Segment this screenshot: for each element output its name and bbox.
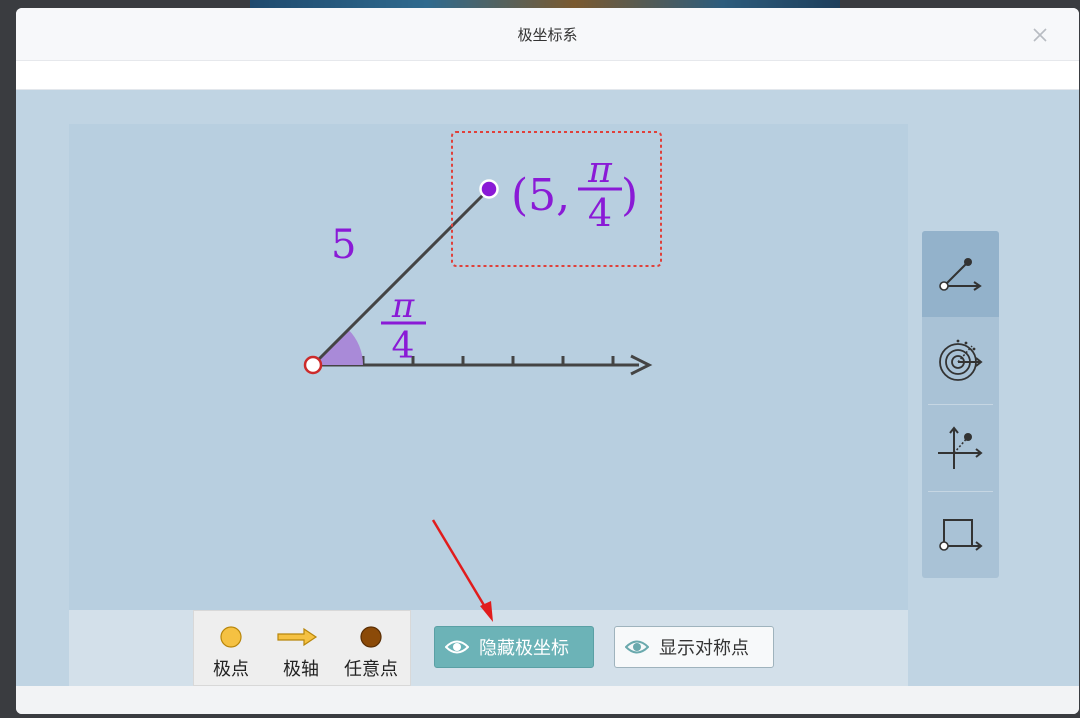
- legend-label: 任意点: [344, 659, 398, 680]
- point-angle-denominator: 4: [588, 191, 612, 235]
- polar-grid-tool-icon: [939, 339, 983, 381]
- show-symmetric-point-label: 显示对称点: [659, 638, 749, 659]
- arbitrary-point-dot-icon: [360, 626, 382, 648]
- legend-item-pole: 极点: [196, 619, 266, 681]
- cartesian-axes-tool-icon: [938, 426, 983, 469]
- hide-polar-coordinates-button[interactable]: 隐藏极坐标: [434, 626, 594, 668]
- legend-label: 极点: [213, 659, 249, 680]
- angle-denominator: 4: [392, 326, 415, 367]
- legend-label: 极轴: [283, 659, 319, 680]
- polar-axis-arrow-icon: [277, 627, 318, 647]
- dialog-footer: [16, 686, 1079, 714]
- angle-numerator: π: [391, 286, 415, 326]
- show-symmetric-point-button[interactable]: 显示对称点: [614, 626, 774, 668]
- eye-icon: [445, 638, 469, 656]
- point-label-open: (5,: [511, 170, 570, 221]
- sub-toolbar-strip: [16, 61, 1079, 90]
- close-button[interactable]: [1029, 24, 1051, 46]
- title-bar: 极坐标系: [16, 8, 1079, 61]
- control-bar: 极点 极轴 任意点 隐藏极坐标 显示对称点: [69, 610, 908, 686]
- polar-point-tool-icon: [939, 258, 982, 291]
- rectangle-tool-icon: [939, 519, 983, 551]
- tool-polar-point[interactable]: [922, 231, 999, 317]
- polar-plot: 5 π 4 (5, π 4 ): [303, 131, 662, 376]
- legend-item-arbitrary-point: 任意点: [336, 619, 406, 681]
- pole-dot-icon: [220, 626, 242, 648]
- tool-panel: [922, 231, 999, 578]
- polar-coordinates-dialog: 极坐标系 5 π 4 (5, π 4) 极点 极轴 任意点 隐藏极坐标 显示对…: [16, 8, 1079, 714]
- work-area: 5 π 4 (5, π 4 ) 极点 极轴 任意点 隐藏极坐标 显示对称点: [16, 90, 1079, 686]
- eye-icon: [625, 638, 649, 656]
- pole-point[interactable]: [303, 355, 323, 375]
- polar-canvas[interactable]: 5 π 4 (5, π 4 ): [69, 124, 908, 610]
- legend: 极点 极轴 任意点: [193, 610, 411, 686]
- hide-polar-coordinates-label: 隐藏极坐标: [479, 638, 569, 659]
- tool-polar-grid[interactable]: [922, 317, 999, 403]
- polar-point[interactable]: [479, 179, 499, 199]
- tool-rectangle[interactable]: [922, 492, 999, 578]
- point-angle-numerator: π: [587, 150, 613, 191]
- legend-item-polar-axis: 极轴: [266, 619, 336, 681]
- tool-cartesian-axes[interactable]: [922, 405, 999, 491]
- desktop-background: [250, 0, 840, 8]
- radius-length-label: 5: [331, 222, 356, 268]
- window-title: 极坐标系: [517, 26, 578, 44]
- point-label-close: ): [621, 170, 638, 221]
- close-icon: [1033, 28, 1047, 42]
